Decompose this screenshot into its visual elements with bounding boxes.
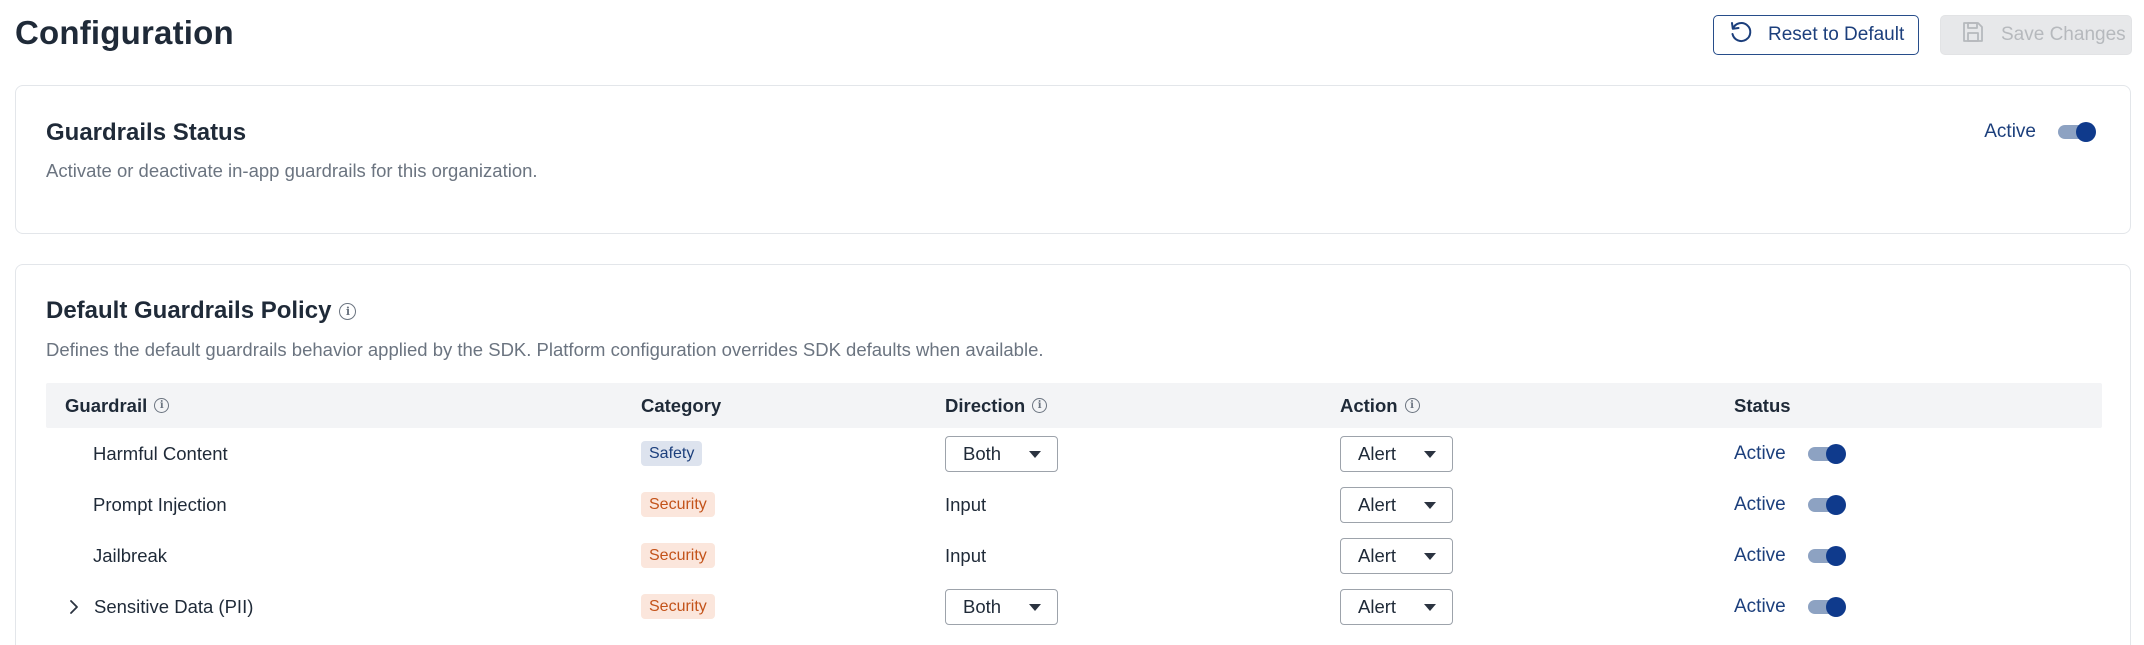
direction-cell: Input bbox=[945, 530, 986, 581]
category-badge: Security bbox=[641, 542, 715, 569]
action-cell: Alert bbox=[1340, 581, 1453, 632]
info-icon[interactable]: i bbox=[339, 302, 357, 320]
direction-text: Input bbox=[945, 544, 987, 566]
info-icon[interactable]: i bbox=[1032, 398, 1048, 413]
status-cell: Active bbox=[1734, 530, 1846, 581]
category-cell: Security bbox=[641, 581, 715, 632]
toggle-knob bbox=[1825, 494, 1846, 515]
guardrail-name: Jailbreak bbox=[93, 544, 168, 566]
action-select[interactable]: Alert bbox=[1340, 486, 1453, 523]
guardrails-status-title: Guardrails Status bbox=[46, 119, 247, 146]
caret-down-icon bbox=[1424, 603, 1436, 611]
table-row: Jailbreak Security Input Alert Active bbox=[46, 530, 2102, 581]
toggle-knob bbox=[1825, 596, 1846, 617]
column-guardrail: Guardrail i bbox=[65, 395, 170, 417]
action-cell: Alert bbox=[1340, 530, 1453, 581]
table-row: Prompt Injection Security Input Alert Ac… bbox=[46, 479, 2102, 530]
save-button-label: Save Changes bbox=[2001, 24, 2126, 45]
column-status: Status bbox=[1734, 394, 1791, 416]
guardrail-name: Sensitive Data (PII) bbox=[94, 595, 254, 617]
row-status-label: Active bbox=[1734, 595, 1786, 617]
save-icon bbox=[1961, 20, 1985, 50]
direction-cell: Both bbox=[945, 581, 1058, 632]
category-cell: Safety bbox=[641, 428, 703, 479]
column-direction: Direction i bbox=[945, 395, 1048, 417]
default-guardrails-policy-card: Default Guardrails Policy i Defines the … bbox=[15, 264, 2131, 645]
row-status-label: Active bbox=[1734, 493, 1786, 515]
action-cell: Alert bbox=[1340, 479, 1453, 530]
table-row: Harmful Content Safety Both Alert Active bbox=[46, 428, 2102, 479]
status-cell: Active bbox=[1734, 428, 1846, 479]
action-cell: Alert bbox=[1340, 428, 1453, 479]
guardrail-name: Prompt Injection bbox=[93, 493, 227, 515]
category-badge: Security bbox=[641, 491, 715, 518]
reset-to-default-button[interactable]: Reset to Default bbox=[1713, 15, 1919, 55]
row-status-toggle[interactable] bbox=[1807, 442, 1846, 466]
row-status-toggle[interactable] bbox=[1807, 493, 1846, 517]
caret-down-icon bbox=[1424, 552, 1436, 560]
direction-cell: Input bbox=[945, 479, 986, 530]
row-status-toggle[interactable] bbox=[1807, 595, 1846, 619]
save-changes-button[interactable]: Save Changes bbox=[1940, 15, 2132, 55]
column-category: Category bbox=[641, 394, 722, 416]
row-status-label: Active bbox=[1734, 442, 1786, 464]
direction-select[interactable]: Both bbox=[945, 588, 1058, 625]
direction-select[interactable]: Both bbox=[945, 435, 1058, 472]
direction-cell: Both bbox=[945, 428, 1058, 479]
info-icon[interactable]: i bbox=[1404, 398, 1420, 413]
toggle-knob bbox=[2076, 122, 2096, 142]
row-status-label: Active bbox=[1734, 544, 1786, 566]
guardrails-status-toggle[interactable] bbox=[2058, 120, 2096, 144]
category-badge: Security bbox=[641, 593, 715, 620]
policy-description: Defines the default guardrails behavior … bbox=[46, 339, 1044, 360]
caret-down-icon bbox=[1029, 450, 1041, 458]
action-select[interactable]: Alert bbox=[1340, 588, 1453, 625]
guardrail-name: Harmful Content bbox=[93, 442, 228, 464]
action-select[interactable]: Alert bbox=[1340, 537, 1453, 574]
caret-down-icon bbox=[1029, 603, 1041, 611]
guardrails-status-control: Active bbox=[1984, 120, 2096, 144]
row-status-toggle[interactable] bbox=[1807, 544, 1846, 568]
action-select[interactable]: Alert bbox=[1340, 435, 1453, 472]
info-icon[interactable]: i bbox=[154, 398, 170, 413]
guardrails-status-label: Active bbox=[1984, 121, 2036, 142]
toggle-knob bbox=[1825, 545, 1846, 566]
caret-down-icon bbox=[1424, 450, 1436, 458]
policy-title: Default Guardrails Policy i bbox=[46, 297, 357, 325]
page-title: Configuration bbox=[15, 14, 234, 51]
reset-icon bbox=[1728, 19, 1754, 51]
guardrails-status-description: Activate or deactivate in-app guardrails… bbox=[46, 160, 538, 181]
chevron-right-icon[interactable] bbox=[68, 599, 80, 620]
status-cell: Active bbox=[1734, 581, 1846, 632]
reset-button-label: Reset to Default bbox=[1768, 24, 1905, 45]
category-cell: Security bbox=[641, 479, 715, 530]
caret-down-icon bbox=[1424, 501, 1436, 509]
table-body: Harmful Content Safety Both Alert Active… bbox=[46, 428, 2102, 632]
guardrails-table: Guardrail i Category Direction i Action … bbox=[46, 383, 2102, 632]
table-row: Sensitive Data (PII) Security Both Alert… bbox=[46, 581, 2102, 632]
status-cell: Active bbox=[1734, 479, 1846, 530]
category-badge: Safety bbox=[641, 440, 703, 467]
category-cell: Security bbox=[641, 530, 715, 581]
guardrails-status-card: Guardrails Status Activate or deactivate… bbox=[15, 85, 2131, 234]
column-action: Action i bbox=[1340, 395, 1420, 417]
table-header: Guardrail i Category Direction i Action … bbox=[46, 383, 2102, 428]
toggle-knob bbox=[1825, 443, 1846, 464]
direction-text: Input bbox=[945, 493, 987, 515]
